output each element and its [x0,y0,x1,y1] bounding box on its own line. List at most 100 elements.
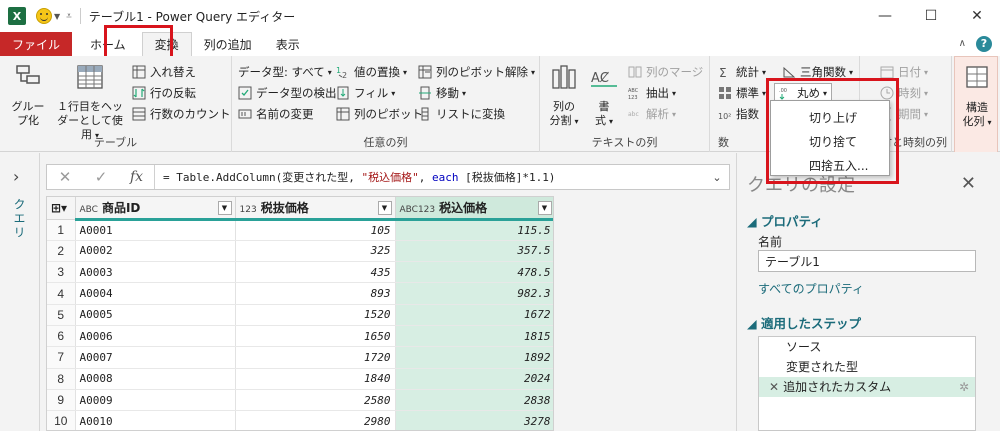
table-row[interactable]: 8 A0008 1840 2024 [47,368,553,390]
smiley-icon[interactable] [36,8,52,24]
cell-product-id[interactable]: A0009 [75,389,236,412]
cell-price-incl[interactable]: 478.5 [395,261,553,284]
fill-button[interactable]: フィル ▾ [336,83,395,103]
menu-item-round[interactable]: 四捨五入... [809,157,868,174]
cell-price-incl[interactable]: 2838 [395,389,553,412]
collapse-ribbon-icon[interactable]: ∧ [959,38,966,49]
merge-columns-button[interactable]: 列のマージ [628,62,703,82]
cell-price-excl[interactable]: 2980 [235,410,396,430]
table-row[interactable]: 2 A0002 325 357.5 [47,240,553,263]
cell-product-id[interactable]: A0002 [75,240,236,263]
cell-price-excl[interactable]: 1840 [235,368,396,390]
step-changed-type[interactable]: 変更された型 [759,357,975,377]
cell-price-incl[interactable]: 1815 [395,325,553,348]
rename-button[interactable]: 名前の変更 [238,104,314,124]
minimize-button[interactable]: — [862,0,908,32]
cancel-formula-button[interactable]: ✕ [47,168,83,186]
table-row[interactable]: 9 A0009 2580 2838 [47,389,553,412]
standard-button[interactable]: 標準 ▾ [718,83,766,103]
cell-price-excl[interactable]: 435 [235,261,396,284]
cell-product-id[interactable]: A0001 [75,219,236,241]
column-header-price-incl[interactable]: ABC123 税込価格 ▼ [395,197,553,221]
table-row[interactable]: 10 A0010 2980 3278 [47,410,553,430]
extract-button[interactable]: ABC 123 抽出 ▾ [628,83,676,103]
type-text-icon[interactable]: ABC [80,205,98,215]
cell-price-incl[interactable]: 115.5 [395,219,553,241]
close-button[interactable]: ✕ [954,0,1000,32]
table-menu-icon[interactable]: ⊞▾ [47,197,76,220]
cell-product-id[interactable]: A0006 [75,325,236,348]
all-properties-link[interactable]: すべてのプロパティ [758,280,864,297]
tab-add-column[interactable]: 列の追加 [192,32,264,56]
excel-icon[interactable]: X [8,7,26,25]
gear-icon[interactable]: ✲ [959,377,969,397]
step-added-custom[interactable]: ✕ 追加されたカスタム ✲ [759,377,975,397]
split-column-button[interactable]: 列の 分割 ▾ [546,62,582,129]
applied-steps-heading[interactable]: ◢ 適用したステップ [747,313,861,332]
query-name-input[interactable]: テーブル1 [758,250,976,272]
menu-item-round-down[interactable]: 切り捨て [809,133,857,150]
tab-file[interactable]: ファイル [0,32,73,56]
expand-formula-icon[interactable]: ⌄ [705,171,729,184]
tab-transform[interactable]: 変換 [141,32,192,56]
cell-price-excl[interactable]: 325 [235,240,396,263]
statistics-button[interactable]: Σ 統計 ▾ [718,62,766,82]
cell-product-id[interactable]: A0003 [75,261,236,284]
transpose-button[interactable]: 入れ替え [132,62,196,82]
to-list-button[interactable]: リストに変換 [418,104,505,124]
delete-step-icon[interactable]: ✕ [769,380,779,394]
cell-price-excl[interactable]: 1520 [235,304,396,326]
cell-price-excl[interactable]: 105 [235,219,396,241]
help-icon[interactable]: ? [976,36,992,52]
tab-home[interactable]: ホーム [78,32,138,56]
reverse-rows-button[interactable]: 行の反転 [132,83,196,103]
menu-item-round-up[interactable]: 切り上げ [809,109,857,126]
cell-product-id[interactable]: A0007 [75,346,236,369]
type-any-icon[interactable]: ABC123 [400,205,436,215]
properties-heading[interactable]: ◢ プロパティ [747,211,823,230]
table-row[interactable]: 4 A0004 893 982.3 [47,282,553,305]
structured-column-button[interactable]: 構造 化列 ▾ [957,63,997,130]
count-rows-button[interactable]: 行数のカウント [132,104,231,124]
table-row[interactable]: 6 A0006 1650 1815 [47,325,553,348]
type-number-icon[interactable]: 123 [240,205,257,215]
cell-product-id[interactable]: A0004 [75,282,236,305]
table-row[interactable]: 1 A0001 105 115.5 [47,219,553,241]
filter-dropdown-icon[interactable]: ▼ [217,201,232,215]
table-row[interactable]: 5 A0005 1520 1672 [47,304,553,326]
cell-product-id[interactable]: A0005 [75,304,236,326]
move-button[interactable]: 移動 ▾ [418,83,466,103]
cell-price-incl[interactable]: 1672 [395,304,553,326]
trigonometry-button[interactable]: 三角関数 ▾ [782,62,853,82]
queries-label[interactable]: クエリ [11,198,28,240]
cell-price-incl[interactable]: 2024 [395,368,553,390]
chevron-down-icon[interactable]: ▼ [54,12,60,21]
filter-dropdown-icon[interactable]: ▼ [537,201,552,215]
fx-icon[interactable]: fx [119,165,155,189]
format-button[interactable]: AȻ 書 式 ▾ [586,62,622,129]
cell-price-incl[interactable]: 357.5 [395,240,553,263]
cell-price-excl[interactable]: 893 [235,282,396,305]
filter-dropdown-icon[interactable]: ▼ [377,201,392,215]
unpivot-button[interactable]: 列のピボット解除 ▾ [418,62,535,82]
column-header-price-excl[interactable]: 123 税抜価格 ▼ [235,197,396,221]
confirm-formula-button[interactable]: ✓ [83,168,119,186]
tab-view[interactable]: 表示 [264,32,312,56]
replace-values-button[interactable]: 12 値の置換 ▾ [336,62,407,82]
maximize-button[interactable]: ☐ [908,0,954,32]
detect-type-button[interactable]: データ型の検出 [238,83,337,103]
column-header-product-id[interactable]: ABC 商品ID ▼ [75,197,236,221]
cell-price-excl[interactable]: 1650 [235,325,396,348]
cell-price-excl[interactable]: 1720 [235,346,396,369]
data-type-button[interactable]: データ型: すべて ▾ [238,62,332,82]
date-button[interactable]: 日付 ▾ [880,62,928,82]
parse-button[interactable]: abc 解析 ▾ [628,104,676,124]
step-source[interactable]: ソース [759,337,975,357]
cell-price-excl[interactable]: 2580 [235,389,396,412]
cell-price-incl[interactable]: 982.3 [395,282,553,305]
cell-price-incl[interactable]: 1892 [395,346,553,369]
table-row[interactable]: 3 A0003 435 478.5 [47,261,553,284]
expand-chevron-icon[interactable]: › [13,167,19,186]
table-row[interactable]: 7 A0007 1720 1892 [47,346,553,369]
scientific-button[interactable]: 10² 指数 [718,104,759,124]
